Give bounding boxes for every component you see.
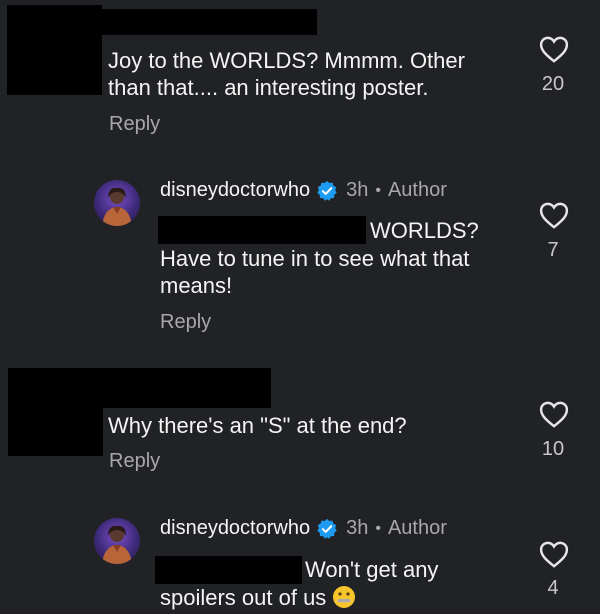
comment-text-line: WORLDS? [370, 218, 479, 243]
timestamp: 3h [346, 179, 369, 201]
comment-text-segment: spoilers out of us [160, 585, 327, 610]
heart-icon[interactable] [539, 401, 569, 428]
heart-icon[interactable] [539, 36, 569, 63]
comment-text-line: Joy to the WORLDS? Mmmm. Other [108, 48, 465, 73]
comment-text-line: than that.... an interesting poster. [108, 75, 429, 100]
username[interactable]: disneydoctorwho [160, 179, 310, 202]
reply-button[interactable]: Reply [109, 113, 160, 136]
verified-badge-icon [317, 180, 337, 201]
separator-dot: • [375, 519, 381, 537]
comment-text: Why there's an "S" at the end? [108, 413, 407, 438]
verified-badge-icon [317, 518, 337, 539]
reply-button[interactable]: Reply [109, 450, 160, 473]
redacted-username [95, 368, 271, 408]
author-badge: Author [387, 517, 447, 539]
avatar[interactable] [94, 180, 140, 226]
author-badge: Author [387, 179, 447, 201]
comment-text-line: means! [160, 273, 233, 298]
redacted-avatar [7, 5, 102, 95]
like-count: 4 [547, 577, 559, 599]
redacted-mention [155, 556, 302, 584]
comment-text-line: Won't get any [305, 557, 439, 582]
like-count: 20 [541, 73, 565, 95]
redacted-mention [158, 216, 366, 244]
separator-dot: • [375, 181, 381, 199]
redacted-avatar [8, 368, 103, 456]
like-count: 7 [547, 239, 559, 261]
heart-icon[interactable] [539, 541, 569, 568]
redacted-username [95, 9, 317, 35]
avatar[interactable] [94, 518, 140, 564]
heart-icon[interactable] [539, 202, 569, 229]
zipper-mouth-face-icon [333, 586, 356, 608]
username[interactable]: disneydoctorwho [160, 517, 310, 540]
comment-text-line: Have to tune in to see what that [160, 246, 470, 271]
timestamp: 3h [346, 517, 369, 539]
comment-text-line: spoilers out of us [160, 584, 356, 611]
reply-button[interactable]: Reply [160, 311, 211, 334]
comment-header: disneydoctorwho 3h • Author [160, 517, 447, 540]
like-count: 10 [541, 438, 565, 460]
comment-header: disneydoctorwho 3h • Author [160, 179, 447, 202]
